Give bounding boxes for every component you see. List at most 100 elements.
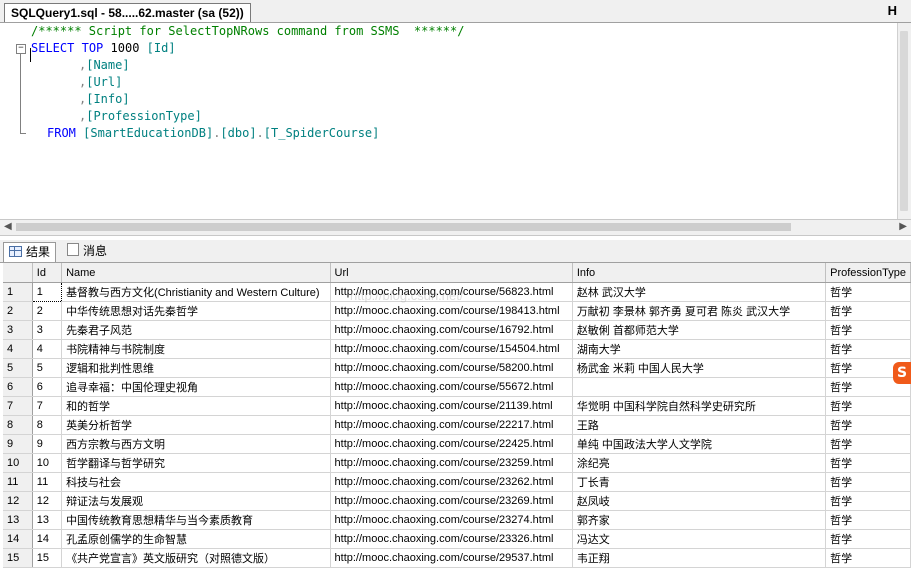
cell-name[interactable]: 科技与社会	[61, 472, 331, 492]
row-number[interactable]: 14	[3, 529, 33, 549]
column-header-info[interactable]: Info	[572, 263, 827, 283]
cell-info[interactable]: 单纯 中国政法大学人文学院	[572, 434, 827, 454]
cell-url[interactable]: http://mooc.chaoxing.com/course/23269.ht…	[330, 491, 573, 511]
results-grid[interactable]: Id Name Url Info ProfessionType 1 1 基督教与西方…	[3, 263, 911, 570]
cell-info[interactable]: 涂纪亮	[572, 453, 827, 473]
fold-collapse-icon[interactable]: −	[16, 44, 26, 54]
cell-url[interactable]: http://mooc.chaoxing.com/course/23274.ht…	[330, 510, 573, 530]
row-number[interactable]: 12	[3, 491, 33, 511]
cell-url[interactable]: http://mooc.chaoxing.com/course/58200.ht…	[330, 358, 573, 378]
cell-info[interactable]: 赵敏俐 首都师范大学	[572, 320, 827, 340]
query-document-tab[interactable]: SQLQuery1.sql - 58.....62.master (sa (52…	[4, 3, 251, 22]
cell-id[interactable]: 10	[32, 453, 63, 473]
cell-info[interactable]: 韦正翔	[572, 548, 827, 568]
cell-url[interactable]: http://mooc.chaoxing.com/course/55672.ht…	[330, 377, 573, 397]
row-number-header[interactable]	[3, 263, 33, 283]
cell-url[interactable]: http://mooc.chaoxing.com/course/154504.h…	[330, 339, 573, 359]
column-header-id[interactable]: Id	[32, 263, 63, 283]
cell-name[interactable]: 和的哲学	[61, 396, 331, 416]
cell-name[interactable]: 中国传统教育思想精华与当今素质教育	[61, 510, 331, 530]
cell-id[interactable]: 4	[32, 339, 63, 359]
table-row[interactable]: 5 5 逻辑和批判性思维 http://mooc.chaoxing.com/cours…	[3, 358, 911, 378]
row-number[interactable]: 15	[3, 548, 33, 568]
cell-name[interactable]: 基督教与西方文化(Christianity and Western Cultur…	[61, 282, 331, 302]
cell-id[interactable]: 11	[32, 472, 63, 492]
table-row[interactable]: 3 3 先秦君子风范 http://mooc.chaoxing.com/course/…	[3, 320, 911, 340]
row-number[interactable]: 8	[3, 415, 33, 435]
table-row[interactable]: 8 8 英美分析哲学 http://mooc.chaoxing.com/course/…	[3, 415, 911, 435]
cell-info[interactable]: 赵林 武汉大学	[572, 282, 827, 302]
cell-profession-type[interactable]: 哲学	[825, 301, 911, 321]
cell-id[interactable]: 15	[32, 548, 63, 568]
column-header-profession-type[interactable]: ProfessionType	[825, 263, 911, 283]
cell-info[interactable]: 丁长青	[572, 472, 827, 492]
cell-id[interactable]: 1	[31, 282, 63, 302]
cell-url[interactable]: http://mooc.chaoxing.com/course/21139.ht…	[330, 396, 573, 416]
cell-id[interactable]: 14	[32, 529, 63, 549]
cell-name[interactable]: 哲学翻译与哲学研究	[61, 453, 331, 473]
cell-url[interactable]: http://mooc.chaoxing.com/course/23262.ht…	[330, 472, 573, 492]
cell-url[interactable]: http://mooc.chaoxing.com/course/23326.ht…	[330, 529, 573, 549]
row-number[interactable]: 4	[3, 339, 33, 359]
row-number[interactable]: 1	[3, 282, 33, 302]
row-number[interactable]: 2	[3, 301, 33, 321]
cell-name[interactable]: 逻辑和批判性思维	[61, 358, 331, 378]
scroll-left-icon[interactable]: ◀	[4, 221, 12, 232]
cell-name[interactable]: 中华传统思想对话先秦哲学	[61, 301, 331, 321]
cell-profession-type[interactable]: 哲学	[825, 472, 911, 492]
cell-info[interactable]: 冯达文	[572, 529, 827, 549]
cell-profession-type[interactable]: 哲学	[825, 396, 911, 416]
cell-info[interactable]: 湖南大学	[572, 339, 827, 359]
sql-editor[interactable]: − /****** Script for SelectTopNRows comm…	[0, 23, 898, 219]
cell-profession-type[interactable]: 哲学	[825, 282, 911, 302]
cell-profession-type[interactable]: 哲学	[825, 434, 911, 454]
cell-url[interactable]: http://mooc.chaoxing.com/course/23259.ht…	[330, 453, 573, 473]
row-number[interactable]: 10	[3, 453, 33, 473]
scroll-thumb[interactable]	[900, 31, 908, 211]
table-row[interactable]: 15 15 《共产党宣言》英文版研究（对照德文版） http://mooc.chaox…	[3, 548, 911, 568]
cell-info[interactable]: 郭齐家	[572, 510, 827, 530]
cell-name[interactable]: 西方宗教与西方文明	[61, 434, 331, 454]
table-row[interactable]: 14 14 孔孟原创儒学的生命智慧 http://mooc.chaoxing.com/…	[3, 529, 911, 549]
cell-id[interactable]: 2	[32, 301, 63, 321]
row-number[interactable]: 7	[3, 396, 33, 416]
cell-profession-type[interactable]: 哲学	[825, 339, 911, 359]
cell-id[interactable]: 5	[32, 358, 63, 378]
cell-profession-type[interactable]: 哲学	[825, 491, 911, 511]
scroll-right-icon[interactable]: ▶	[899, 221, 907, 232]
cell-name[interactable]: 先秦君子风范	[61, 320, 331, 340]
cell-name[interactable]: 辩证法与发展观	[61, 491, 331, 511]
cell-id[interactable]: 6	[32, 377, 63, 397]
scroll-thumb[interactable]	[16, 223, 791, 231]
cell-info[interactable]: 赵凤岐	[572, 491, 827, 511]
cell-id[interactable]: 9	[32, 434, 63, 454]
cell-info[interactable]: 王路	[572, 415, 827, 435]
cell-info[interactable]: 杨武金 米莉 中国人民大学	[572, 358, 827, 378]
cell-id[interactable]: 13	[32, 510, 63, 530]
cell-url[interactable]: http://mooc.chaoxing.com/course/16792.ht…	[330, 320, 573, 340]
column-header-url[interactable]: Url	[330, 263, 573, 283]
input-method-badge[interactable]: S	[893, 362, 911, 384]
cell-name[interactable]: 追寻幸福：中国伦理史视角	[61, 377, 331, 397]
cell-profession-type[interactable]: 哲学	[825, 453, 911, 473]
tab-results[interactable]: 结果	[3, 242, 57, 262]
row-number[interactable]: 13	[3, 510, 33, 530]
cell-id[interactable]: 7	[32, 396, 63, 416]
cell-url[interactable]: http://mooc.chaoxing.com/course/56823.ht…	[330, 282, 573, 302]
row-number[interactable]: 11	[3, 472, 33, 492]
cell-url[interactable]: http://mooc.chaoxing.com/course/29537.ht…	[330, 548, 573, 568]
row-number[interactable]: 5	[3, 358, 33, 378]
table-row[interactable]: 9 9 西方宗教与西方文明 http://mooc.chaoxing.com/cour…	[3, 434, 911, 454]
table-row[interactable]: 2 2 中华传统思想对话先秦哲学 http://mooc.chaoxing.com/c…	[3, 301, 911, 321]
table-row[interactable]: 12 12 辩证法与发展观 http://mooc.chaoxing.com/cour…	[3, 491, 911, 511]
row-number[interactable]: 6	[3, 377, 33, 397]
table-row[interactable]: 10 10 哲学翻译与哲学研究 http://mooc.chaoxing.com/co…	[3, 453, 911, 473]
cell-profession-type[interactable]: 哲学	[825, 510, 911, 530]
cell-name[interactable]: 书院精神与书院制度	[61, 339, 331, 359]
table-row[interactable]: 7 7 和的哲学 http://mooc.chaoxing.com/course/21…	[3, 396, 911, 416]
cell-id[interactable]: 8	[32, 415, 63, 435]
cell-id[interactable]: 12	[32, 491, 63, 511]
table-row[interactable]: 6 6 追寻幸福：中国伦理史视角 http://mooc.chaoxing.com/c…	[3, 377, 911, 397]
table-row[interactable]: 11 11 科技与社会 http://mooc.chaoxing.com/course…	[3, 472, 911, 492]
cell-info[interactable]: 万献初 李景林 郭齐勇 夏可君 陈炎 武汉大学	[572, 301, 827, 321]
